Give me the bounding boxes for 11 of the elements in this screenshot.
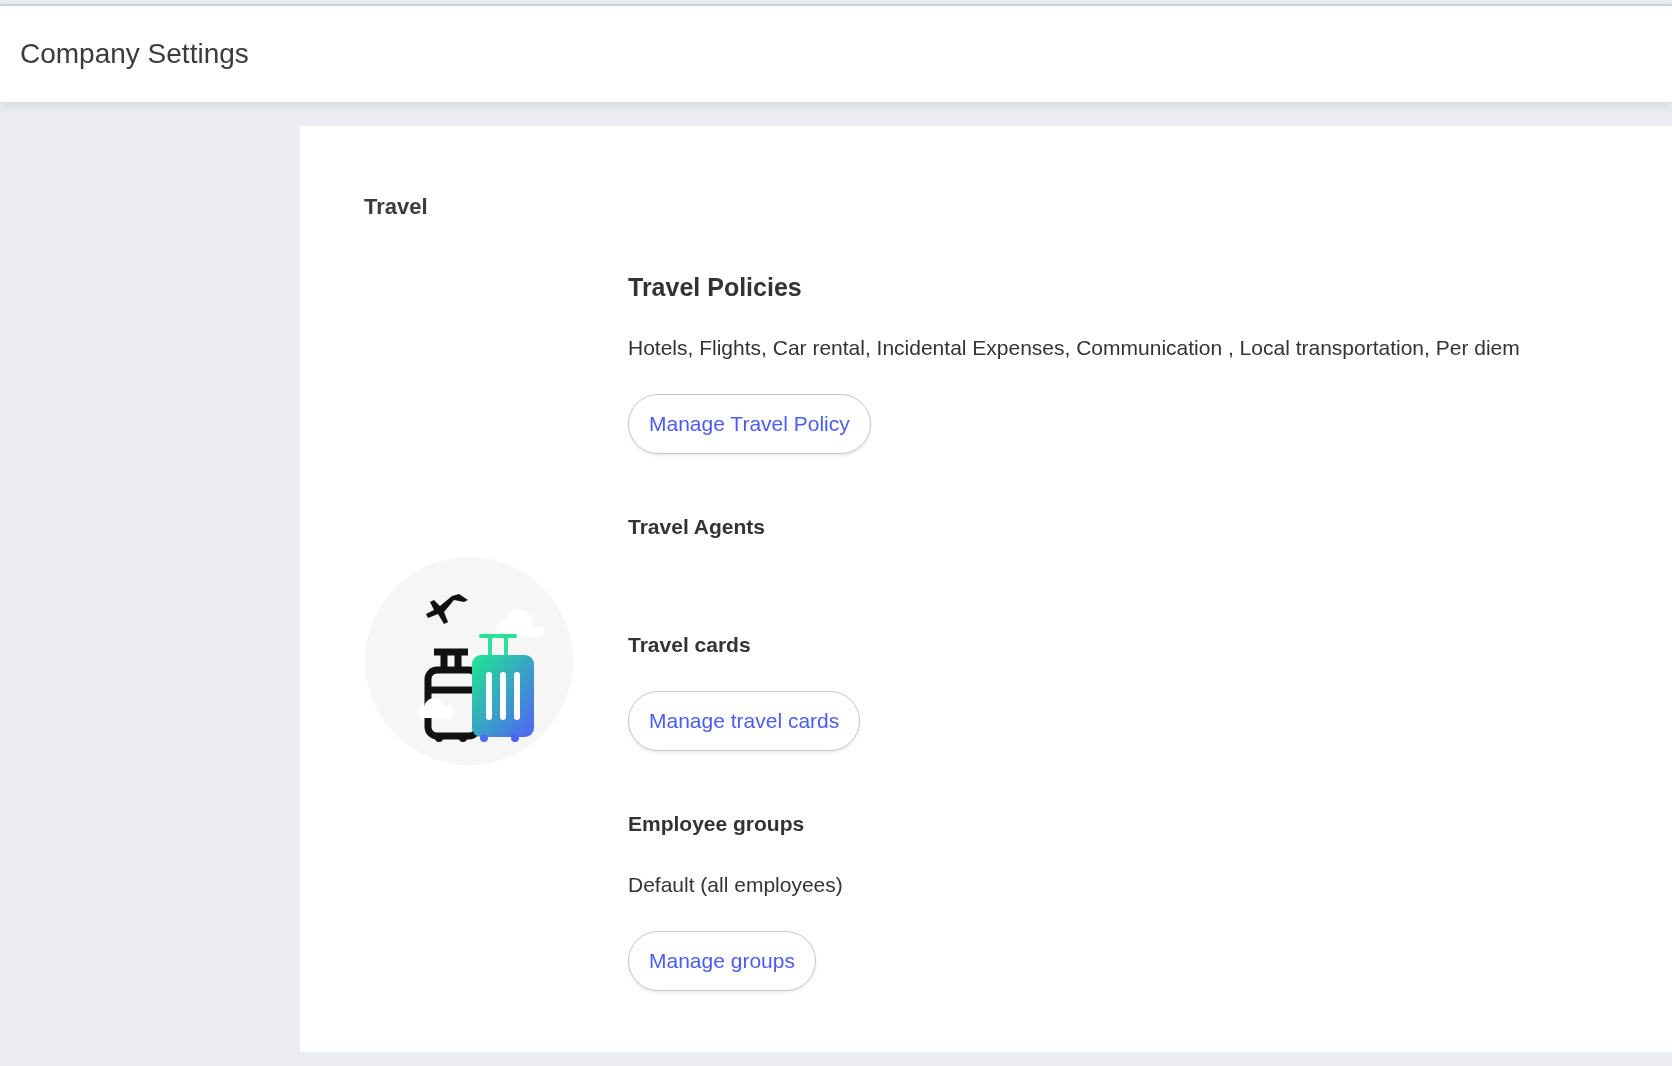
page-title: Company Settings: [20, 38, 249, 70]
section-heading: Travel cards: [628, 632, 752, 658]
manage-button[interactable]: Manage Travel Policy: [628, 394, 871, 454]
section-heading: Employee groups: [628, 811, 806, 837]
section-heading: Travel Policies: [628, 272, 803, 302]
section-description: Hotels, Flights, Car rental, Incidental Expenses, Communication , Local transportation, Per diem: [628, 335, 1520, 361]
section-description: Default (all employees): [628, 872, 844, 898]
card-title: Travel: [364, 193, 429, 221]
section-heading: Travel Agents: [628, 514, 766, 540]
manage-button[interactable]: Manage travel cards: [628, 691, 861, 751]
manage-button[interactable]: Manage groups: [628, 931, 816, 991]
